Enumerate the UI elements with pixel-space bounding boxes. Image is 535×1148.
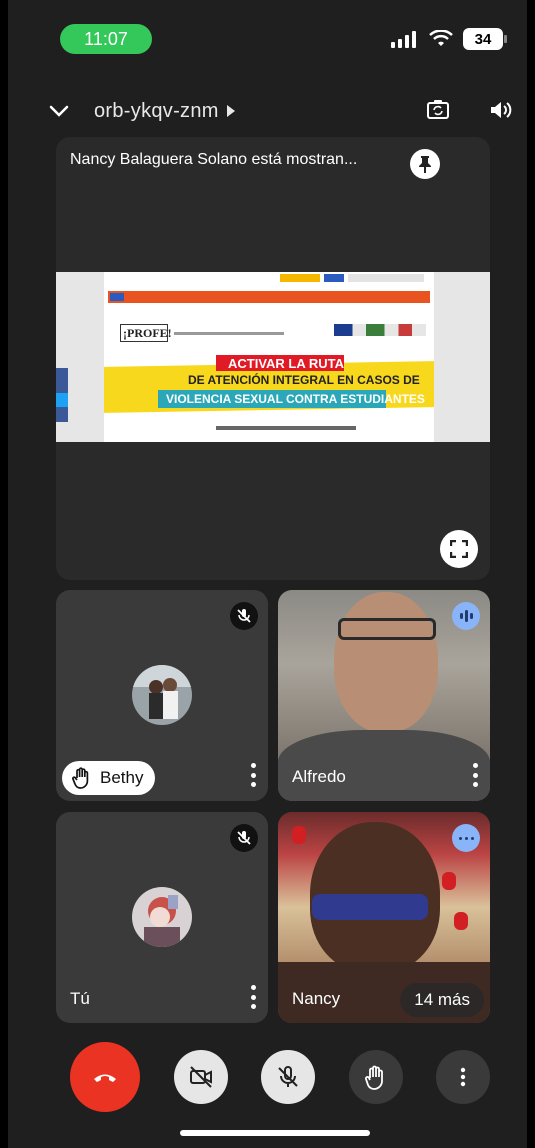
raise-hand-button[interactable] [348,1050,403,1104]
participant-name: Bethy [100,768,144,787]
participant-tile-nancy[interactable]: Nancy 14 más [278,812,490,1023]
more-options-icon[interactable] [248,985,258,1009]
call-controls [70,1042,490,1112]
fullscreen-icon [450,540,468,558]
fullscreen-button[interactable] [440,530,478,568]
home-indicator[interactable] [180,1130,370,1136]
more-options-button[interactable] [436,1050,490,1104]
participant-tile-alfredo[interactable]: Alfredo [278,590,490,801]
wifi-icon [429,30,453,46]
status-icons: 34 [391,28,507,50]
shared-screen-content: ¡PROFE! ACTIVAR LA RUTA DE ATENCIÓN INTE… [56,272,490,442]
banner-line-2: DE ATENCIÓN INTEGRAL EN CASOS DE [188,373,420,387]
mic-off-icon [278,1066,298,1087]
raised-hand-icon [72,767,89,789]
participant-tile-self[interactable]: Tú [56,812,268,1023]
more-vertical-icon [460,1067,466,1087]
more-options-icon[interactable] [470,763,480,787]
mic-off-icon [230,824,258,852]
participant-name: Alfredo [292,767,346,786]
camera-toggle-button[interactable] [173,1050,228,1104]
participant-tile-bethy[interactable]: Bethy [56,590,268,801]
mic-toggle-button[interactable] [261,1050,315,1104]
avatar [132,665,192,725]
participant-name: Nancy [292,989,341,1008]
logos-strip [334,324,426,336]
end-call-icon [94,1074,116,1082]
speaking-indicator-icon [452,602,480,630]
chevron-down-icon[interactable] [48,100,70,122]
participant-name: Tú [70,989,90,1008]
meeting-code[interactable]: orb-ykqv-znm [94,100,219,123]
pin-button[interactable] [410,149,440,179]
status-time: 11:07 [60,24,152,54]
speaker-icon[interactable] [487,97,513,123]
banner-line-1: ACTIVAR LA RUTA [228,356,345,371]
presentation-tile[interactable]: Nancy Balaguera Solano está mostran... ¡… [56,137,490,580]
switch-camera-icon[interactable] [425,97,451,123]
camera-off-icon [189,1066,212,1088]
banner-line-3: VIOLENCIA SEXUAL CONTRA ESTUDIANTES [166,392,425,406]
meeting-header: orb-ykqv-znm [48,95,513,127]
webpage-nav-bar [108,291,430,303]
end-call-button[interactable] [70,1042,140,1112]
cellular-signal-icon [391,30,419,48]
profe-badge: ¡PROFE! [123,326,172,340]
more-options-icon[interactable] [248,763,258,787]
meeting-info-arrow-icon[interactable] [226,105,235,117]
raise-hand-icon [364,1065,383,1090]
avatar [132,887,192,947]
raised-hand-badge: Bethy [62,761,156,795]
more-participants-button[interactable]: 14 más [400,983,484,1017]
presentation-title: Nancy Balaguera Solano está mostran... [70,151,358,168]
mic-off-icon [230,602,258,630]
shared-webpage: ¡PROFE! ACTIVAR LA RUTA DE ATENCIÓN INTE… [104,272,434,442]
pin-icon [419,156,431,173]
more-participants-icon[interactable] [452,824,480,852]
battery-icon: 34 [463,28,507,50]
phone-screen: 11:07 34 orb-ykqv-znm Nancy Balaguera So… [8,0,527,1148]
